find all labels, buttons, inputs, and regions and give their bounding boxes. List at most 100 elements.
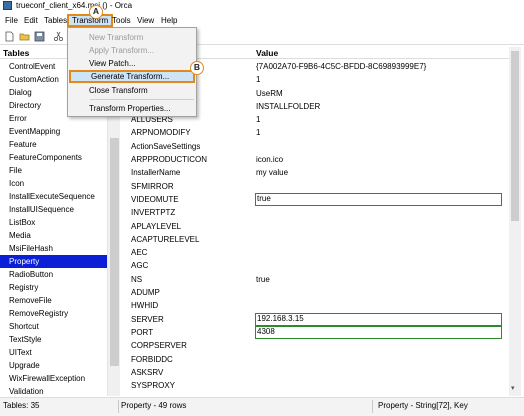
table-list-item[interactable]: FeatureComponents <box>0 151 107 164</box>
property-value-cell[interactable]: true <box>255 192 502 207</box>
table-row[interactable]: ActionSaveSettings <box>124 140 509 153</box>
table-row[interactable]: HWHID <box>124 299 509 312</box>
column-header-value[interactable]: Value <box>256 47 278 59</box>
table-list-item[interactable]: TextStyle <box>0 333 107 346</box>
menu-view[interactable]: View <box>134 14 157 27</box>
property-value-cell[interactable] <box>255 220 502 233</box>
property-value-cell[interactable] <box>255 246 502 259</box>
table-row[interactable]: ARPPRODUCTICON icon.ico <box>124 153 509 166</box>
table-list-item[interactable]: RemoveFile <box>0 294 107 307</box>
open-folder-icon[interactable] <box>19 31 30 42</box>
property-name-cell[interactable]: VIDEOMUTE <box>131 193 179 206</box>
property-name-cell[interactable]: SYSPROXY <box>131 379 175 392</box>
property-value-cell[interactable] <box>255 379 502 392</box>
table-row[interactable]: ASKSRV <box>124 366 509 379</box>
table-list-item[interactable]: MsiFileHash <box>0 242 107 255</box>
property-value-cell[interactable] <box>255 233 502 246</box>
property-value-cell[interactable]: 1 <box>255 126 502 139</box>
grid-scrollbar[interactable]: ▾ <box>509 47 521 396</box>
table-row[interactable]: ACAPTURELEVEL <box>124 233 509 246</box>
table-list-item[interactable]: EventMapping <box>0 125 107 138</box>
table-row[interactable]: ADUMP <box>124 286 509 299</box>
save-icon[interactable] <box>34 31 45 42</box>
table-list-item[interactable]: InstallExecuteSequence <box>0 190 107 203</box>
property-name-cell[interactable]: HWHID <box>131 299 158 312</box>
table-list-item[interactable]: Media <box>0 229 107 242</box>
table-row[interactable]: PORT 4308 <box>124 325 509 340</box>
menu-item-generate-transform[interactable]: Generate Transform... <box>69 70 195 83</box>
table-row[interactable]: SFMIRROR <box>124 180 509 193</box>
table-list-item[interactable]: Shortcut <box>0 320 107 333</box>
table-list-item[interactable]: Registry <box>0 281 107 294</box>
property-value-cell[interactable] <box>255 206 502 219</box>
property-name-cell[interactable]: ADUMP <box>131 286 160 299</box>
property-name-cell[interactable]: ARPPRODUCTICON <box>131 153 207 166</box>
property-value-cell[interactable]: 1 <box>255 73 502 86</box>
menu-item-transform-properties[interactable]: Transform Properties... <box>69 102 195 115</box>
table-list-item[interactable]: WixFirewallException <box>0 372 107 385</box>
table-row[interactable]: InstallerName my value <box>124 166 509 179</box>
property-name-cell[interactable]: CORPSERVER <box>131 339 187 352</box>
property-value-cell[interactable] <box>255 140 502 153</box>
table-row[interactable]: ARPNOMODIFY 1 <box>124 126 509 139</box>
menu-edit[interactable]: Edit <box>21 14 41 27</box>
table-row[interactable]: FORBIDDC <box>124 353 509 366</box>
menu-item-view-patch[interactable]: View Patch... <box>69 57 195 70</box>
table-list-item[interactable]: Upgrade <box>0 359 107 372</box>
table-list-item[interactable]: Feature <box>0 138 107 151</box>
property-value-cell[interactable]: UseRM <box>255 87 502 100</box>
property-value-cell[interactable]: my value <box>255 166 502 179</box>
scroll-down-arrow-icon[interactable]: ▾ <box>511 384 515 392</box>
table-list-item[interactable]: InstallUISequence <box>0 203 107 216</box>
property-name-cell[interactable]: SFMIRROR <box>131 180 174 193</box>
property-name-cell[interactable]: SERVER <box>131 313 164 326</box>
tables-scrollbar-thumb[interactable] <box>110 138 119 366</box>
property-value-cell[interactable] <box>255 259 502 272</box>
table-row[interactable]: AGC <box>124 259 509 272</box>
property-name-cell[interactable]: ActionSaveSettings <box>131 140 200 153</box>
table-row[interactable]: SERVER 192.168.3.15 <box>124 312 509 326</box>
property-name-cell[interactable]: PORT <box>131 326 153 339</box>
menu-file[interactable]: File <box>2 14 21 27</box>
property-value-cell[interactable] <box>255 339 502 352</box>
new-file-icon[interactable] <box>4 31 15 42</box>
table-row[interactable]: AEC <box>124 246 509 259</box>
menu-tools[interactable]: Tools <box>109 14 134 27</box>
menu-item-close-transform[interactable]: Close Transform <box>69 84 195 97</box>
property-value-cell[interactable] <box>255 180 502 193</box>
grid-scrollbar-thumb[interactable] <box>511 51 519 221</box>
property-value-cell[interactable] <box>255 286 502 299</box>
property-value-cell[interactable]: icon.ico <box>255 153 502 166</box>
table-row[interactable]: NS true <box>124 273 509 286</box>
cut-icon[interactable] <box>53 31 64 42</box>
table-row[interactable]: SYSPROXY <box>124 379 509 392</box>
table-row[interactable]: VIDEOMUTE true <box>124 192 509 207</box>
table-list-item[interactable]: RadioButton <box>0 268 107 281</box>
property-name-cell[interactable]: NS <box>131 273 142 286</box>
property-name-cell[interactable]: AGC <box>131 259 148 272</box>
property-value-cell[interactable]: INSTALLFOLDER <box>255 100 502 113</box>
property-name-cell[interactable]: ASKSRV <box>131 366 163 379</box>
property-name-cell[interactable]: ACAPTURELEVEL <box>131 233 199 246</box>
table-row[interactable]: APLAYLEVEL <box>124 220 509 233</box>
property-value-cell[interactable] <box>255 366 502 379</box>
property-name-cell[interactable]: APLAYLEVEL <box>131 220 181 233</box>
property-value-cell[interactable]: {7A002A70-F9B6-4C5C-BFDD-8C69893999E7} <box>255 60 502 73</box>
table-row[interactable]: INVERTPTZ <box>124 206 509 219</box>
table-list-item[interactable]: Property <box>0 255 107 268</box>
table-list-item[interactable]: ListBox <box>0 216 107 229</box>
property-value-cell[interactable]: 1 <box>255 113 502 126</box>
property-value-cell[interactable] <box>255 353 502 366</box>
property-name-cell[interactable]: InstallerName <box>131 166 180 179</box>
table-list-item[interactable]: RemoveRegistry <box>0 307 107 320</box>
table-list-item[interactable]: File <box>0 164 107 177</box>
table-list-item[interactable]: Icon <box>0 177 107 190</box>
property-value-cell[interactable]: 4308 <box>255 325 502 340</box>
property-name-cell[interactable]: AEC <box>131 246 147 259</box>
menu-tables[interactable]: Tables <box>41 14 70 27</box>
property-value-cell[interactable]: true <box>255 273 502 286</box>
property-value-cell[interactable]: 192.168.3.15 <box>255 312 502 326</box>
property-value-cell[interactable] <box>255 299 502 312</box>
property-name-cell[interactable]: ARPNOMODIFY <box>131 126 191 139</box>
table-list-item[interactable]: Validation <box>0 385 107 396</box>
